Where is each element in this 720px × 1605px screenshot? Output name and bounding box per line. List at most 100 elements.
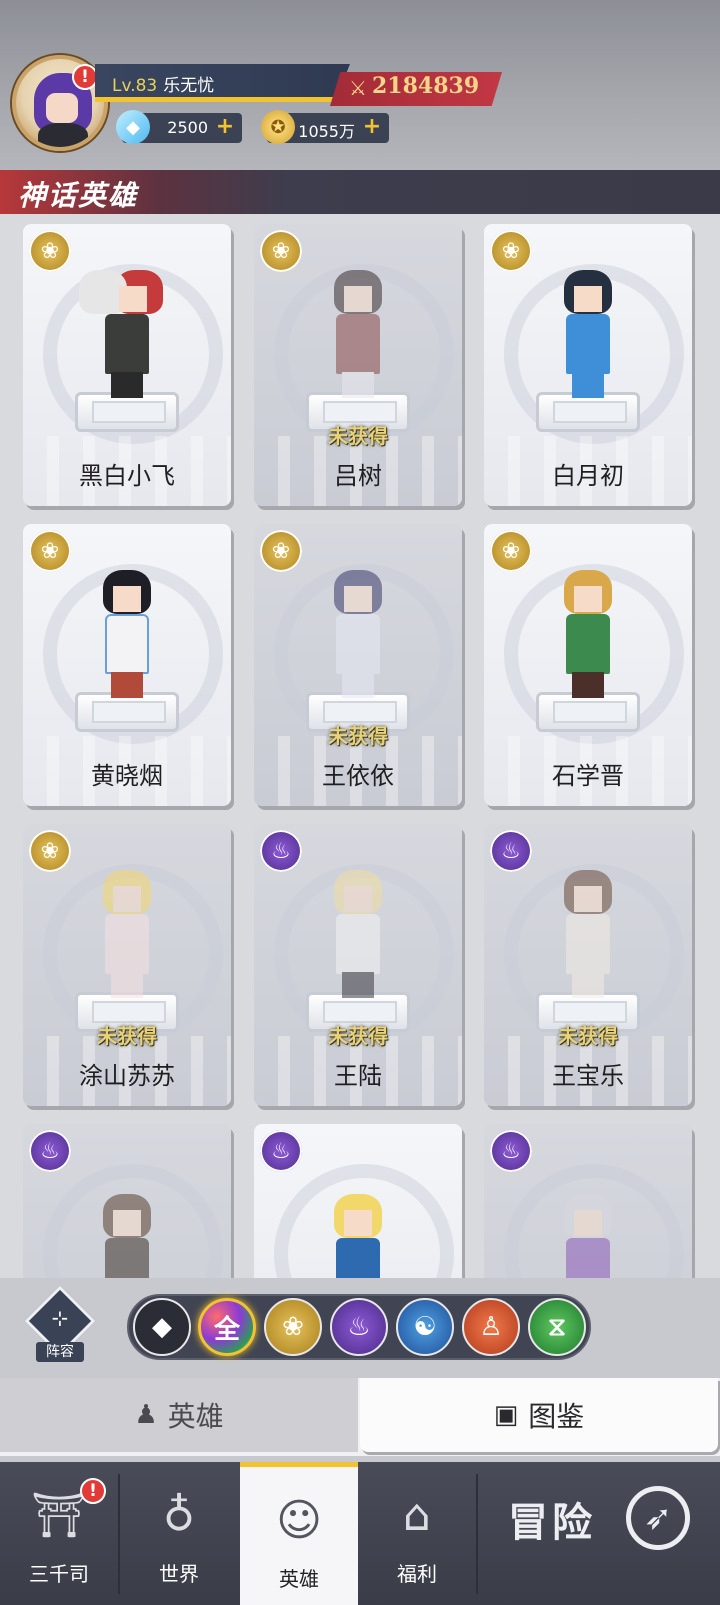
lineup-label: 阵容 xyxy=(36,1342,84,1362)
flame-icon: ♨ xyxy=(260,830,302,872)
nav-alert-badge: ! xyxy=(80,1478,106,1504)
lineup-icon: ⊹ xyxy=(51,1306,69,1330)
hero-card[interactable]: ❀ 石学晋 xyxy=(484,524,692,806)
avatar-body xyxy=(38,123,88,147)
tab-heroes[interactable]: ♟ 英雄 xyxy=(0,1378,358,1452)
filter-dna-icon[interactable]: ⧖ xyxy=(528,1298,586,1356)
view-tabs: ♟ 英雄 ▣ 图鉴 xyxy=(0,1378,720,1456)
hero-card[interactable]: ❀ 黄晓烟 xyxy=(23,524,231,806)
hero-sprite xyxy=(85,1164,169,1278)
filter-yinyang-icon[interactable]: ☯ xyxy=(396,1298,454,1356)
hero-sprite xyxy=(316,264,400,404)
hero-sprite xyxy=(85,864,169,1004)
gold-amount: 1055万 xyxy=(298,122,355,141)
lotus-icon: ❀ xyxy=(29,230,71,272)
bottom-navigation: ⛩ 三千司 ! ♁ 世界 ☺ 英雄 ⌂ 福利 冒险 ➶ xyxy=(0,1462,720,1605)
nav-welfare[interactable]: ⌂ 福利 xyxy=(358,1462,476,1605)
hero-status: 未获得 xyxy=(328,724,388,748)
hero-card[interactable]: ♨ 未获得 王陆 xyxy=(254,824,462,1106)
gem-resource: ◆ 2500 + xyxy=(116,110,242,144)
filter-all-button[interactable]: 全 xyxy=(198,1298,256,1356)
hero-sprite xyxy=(316,864,400,1004)
tab-atlas[interactable]: ▣ 图鉴 xyxy=(360,1378,718,1452)
hero-sprite xyxy=(546,1164,630,1278)
hero-sprite xyxy=(79,264,169,404)
flame-icon: ♨ xyxy=(490,1130,532,1172)
nav-adventure-label: 冒险 xyxy=(508,1499,596,1546)
hero-card[interactable]: ♨ xyxy=(23,1124,231,1278)
tab-heroes-label: 英雄 xyxy=(167,1400,224,1433)
lotus-icon: ❀ xyxy=(490,230,532,272)
hero-status: 未获得 xyxy=(558,1024,618,1048)
section-title-bar: 神话英雄 xyxy=(0,170,720,214)
player-name: 乐无忧 xyxy=(163,76,215,96)
hero-grid: ❀ 黑白小飞 ❀ 未获得 吕树 ❀ 白月初 ❀ 黄晓烟 ❀ 未获得 王依依 ❀ … xyxy=(0,214,720,1278)
nav-heroes-label: 英雄 xyxy=(279,1567,319,1591)
gold-resource: ✪ 1055万 + xyxy=(261,110,389,144)
hero-sprite xyxy=(85,564,169,704)
hero-status: 未获得 xyxy=(97,1024,157,1048)
avatar-alert-badge: ! xyxy=(72,64,98,90)
hero-sprite xyxy=(316,564,400,704)
lotus-icon: ❀ xyxy=(490,530,532,572)
hero-status: 未获得 xyxy=(328,424,388,448)
lotus-icon: ❀ xyxy=(29,830,71,872)
hero-sprite xyxy=(546,864,630,1004)
hero-card[interactable]: ❀ 未获得 涂山苏苏 xyxy=(23,824,231,1106)
hero-sprite xyxy=(546,264,630,404)
hero-name: 白月初 xyxy=(552,462,624,490)
nav-welfare-label: 福利 xyxy=(397,1562,437,1586)
gold-coin-icon: ✪ xyxy=(261,110,295,144)
lotus-icon: ❀ xyxy=(29,530,71,572)
filter-lotus-icon[interactable]: ❀ xyxy=(264,1298,322,1356)
lineup-button[interactable]: ⊹ 阵容 xyxy=(24,1285,96,1364)
hero-name: 石学晋 xyxy=(552,762,624,790)
hero-sprite xyxy=(546,564,630,704)
nav-world[interactable]: ♁ 世界 xyxy=(120,1462,238,1605)
hero-name: 黑白小飞 xyxy=(79,462,175,490)
hero-card[interactable]: ❀ 未获得 吕树 xyxy=(254,224,462,506)
hero-card[interactable]: ♨ xyxy=(484,1124,692,1278)
hero-sprite xyxy=(316,1164,400,1278)
add-gold-button[interactable]: + xyxy=(361,116,383,138)
gem-amount: 2500 xyxy=(167,118,208,137)
nav-sanqiansi-label: 三千司 xyxy=(29,1562,89,1586)
flame-icon: ♨ xyxy=(29,1130,71,1172)
nav-world-label: 世界 xyxy=(159,1562,199,1586)
add-gems-button[interactable]: + xyxy=(214,116,236,138)
hero-card[interactable]: ❀ 未获得 王依依 xyxy=(254,524,462,806)
section-title: 神话英雄 xyxy=(18,179,139,212)
hero-name: 王依依 xyxy=(322,762,394,790)
flame-icon: ♨ xyxy=(260,1130,302,1172)
player-level: Lv.83 xyxy=(112,76,158,96)
hero-name: 王宝乐 xyxy=(552,1062,624,1090)
lotus-icon: ❀ xyxy=(260,230,302,272)
compass-icon: ➶ xyxy=(626,1486,690,1550)
nav-heroes[interactable]: ☺ 英雄 xyxy=(240,1462,358,1605)
level-progress xyxy=(95,97,338,102)
hero-name: 王陆 xyxy=(334,1062,382,1090)
hero-head-icon: ☺ xyxy=(276,1495,322,1546)
star-book-icon: ▣ xyxy=(493,1400,519,1430)
level-info: Lv.83 乐无忧 xyxy=(112,71,214,96)
lotus-icon: ❀ xyxy=(260,530,302,572)
hero-name: 涂山苏苏 xyxy=(79,1062,175,1090)
diamond-icon: ◆ xyxy=(116,110,150,144)
hero-card[interactable]: ♨ xyxy=(254,1124,462,1278)
nav-adventure[interactable]: 冒险 ➶ xyxy=(478,1462,720,1605)
tab-atlas-label: 图鉴 xyxy=(528,1400,585,1433)
avatar-face xyxy=(46,93,78,123)
planet-icon: ♁ xyxy=(162,1490,196,1541)
hero-name: 吕树 xyxy=(334,462,382,490)
hero-card[interactable]: ❀ 白月初 xyxy=(484,224,692,506)
combat-power-icon: ⚔ xyxy=(349,76,367,100)
combat-power-value: 2184839 xyxy=(372,73,480,99)
filter-flame-icon[interactable]: ♨ xyxy=(330,1298,388,1356)
filter-type-icon[interactable]: ◆ xyxy=(133,1298,191,1356)
hero-card[interactable]: ❀ 黑白小飞 xyxy=(23,224,231,506)
hero-silhouette-icon: ♟ xyxy=(134,1400,158,1430)
flame-icon: ♨ xyxy=(490,830,532,872)
hero-card[interactable]: ♨ 未获得 王宝乐 xyxy=(484,824,692,1106)
filter-meditation-icon[interactable]: ♙ xyxy=(462,1298,520,1356)
gift-box-icon: ⌂ xyxy=(403,1490,431,1541)
